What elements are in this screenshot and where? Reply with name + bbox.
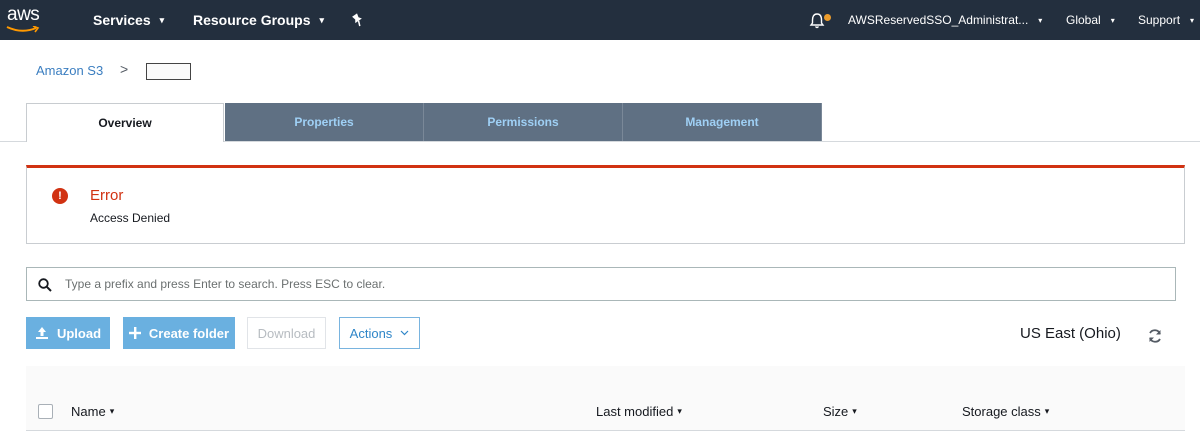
region-display: US East (Ohio)	[1020, 325, 1121, 342]
sort-caret-icon: ▾	[1044, 406, 1050, 416]
sort-caret-icon: ▾	[852, 406, 857, 416]
chevron-down-icon: ▾	[159, 14, 165, 25]
region-menu[interactable]: Global ▾	[1066, 0, 1115, 40]
upload-label: Upload	[56, 325, 102, 341]
sort-caret-icon: ▾	[677, 406, 682, 416]
upload-icon	[35, 327, 48, 339]
exclamation-icon: !	[52, 188, 68, 204]
error-title: Error	[90, 187, 124, 204]
chevron-down-icon: ▾	[1110, 15, 1115, 25]
chevron-down-icon	[400, 330, 409, 336]
resource-groups-label: Resource Groups	[193, 12, 311, 28]
support-menu[interactable]: Support ▾	[1138, 0, 1194, 40]
services-label: Services	[93, 12, 151, 28]
upload-button[interactable]: Upload	[26, 317, 110, 349]
breadcrumb-amazon-s3[interactable]: Amazon S3	[36, 63, 103, 78]
create-folder-label: Create folder	[148, 325, 230, 341]
aws-logo-text: aws	[7, 4, 40, 25]
search-box	[26, 267, 1176, 301]
account-menu[interactable]: AWSReservedSSO_Administrat... ▾	[848, 0, 1042, 40]
column-header-storage-class[interactable]: Storage class ▾	[962, 404, 1049, 419]
tab-properties[interactable]: Properties	[225, 103, 424, 141]
column-header-name[interactable]: Name ▾	[71, 404, 114, 419]
resource-groups-menu[interactable]: Resource Groups ▾	[193, 0, 324, 40]
actions-label: Actions	[349, 325, 393, 341]
pin-button[interactable]	[351, 0, 365, 40]
create-folder-button[interactable]: Create folder	[123, 317, 235, 349]
column-header-last-modified[interactable]: Last modified ▾	[596, 404, 682, 419]
notification-dot	[824, 14, 831, 21]
aws-logo[interactable]: aws	[4, 4, 48, 36]
chevron-down-icon: ▾	[1190, 15, 1195, 25]
breadcrumb-separator: >	[120, 61, 129, 77]
search-input[interactable]	[65, 268, 1165, 300]
actions-dropdown[interactable]: Actions	[339, 317, 420, 349]
refresh-icon[interactable]	[1147, 328, 1163, 344]
chevron-down-icon: ▾	[319, 14, 325, 25]
search-icon	[38, 278, 52, 292]
tab-permissions[interactable]: Permissions	[424, 103, 623, 141]
plus-icon	[128, 327, 141, 339]
column-label: Name	[71, 404, 106, 419]
download-button[interactable]: Download	[247, 317, 326, 349]
account-label: AWSReservedSSO_Administrat...	[848, 13, 1029, 27]
column-label: Storage class	[962, 404, 1041, 419]
select-all-checkbox[interactable]	[38, 404, 53, 419]
support-label: Support	[1138, 13, 1181, 27]
error-message: Access Denied	[90, 211, 171, 225]
bell-icon[interactable]	[808, 12, 826, 30]
aws-smile-icon	[6, 26, 40, 33]
sort-caret-icon: ▾	[109, 406, 115, 416]
column-label: Size	[823, 404, 849, 419]
breadcrumb-bucket-redacted	[146, 63, 191, 80]
error-alert: ! Error Access Denied	[26, 165, 1185, 244]
services-menu[interactable]: Services ▾	[93, 0, 164, 40]
tab-overview[interactable]: Overview	[26, 103, 224, 142]
top-nav: aws Services ▾ Resource Groups ▾ AWSRese…	[0, 0, 1200, 40]
column-label: Last modified	[596, 404, 674, 419]
column-header-size[interactable]: Size ▾	[823, 404, 857, 419]
chevron-down-icon: ▾	[1038, 15, 1043, 25]
tab-management[interactable]: Management	[623, 103, 822, 141]
pin-icon	[352, 13, 362, 27]
region-label: Global	[1066, 13, 1101, 27]
table-toolbar-band	[26, 366, 1185, 393]
